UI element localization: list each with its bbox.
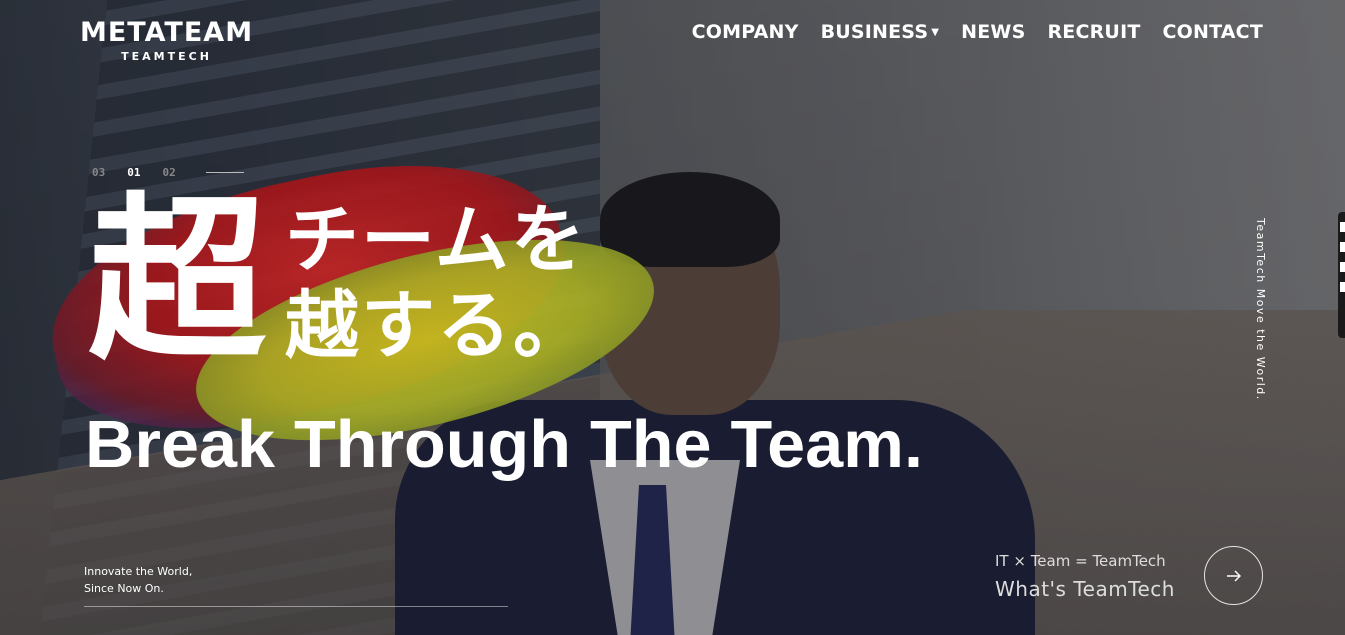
hero-kanji: 超 — [88, 177, 266, 384]
tagline-divider — [84, 606, 508, 607]
side-tab-mark — [1340, 262, 1345, 272]
slide-progress-line — [205, 172, 244, 173]
side-tab[interactable] — [1338, 212, 1345, 338]
site-logo[interactable]: METATEAM TEAMTECH — [80, 17, 254, 64]
tagline-line-2: Since Now On. — [84, 582, 164, 595]
main-nav: COMPANY BUSINESS ▼ NEWS RECRUIT CONTACT — [692, 21, 1263, 43]
nav-business-label: BUSINESS — [820, 21, 929, 43]
nav-company[interactable]: COMPANY — [692, 21, 799, 43]
nav-news[interactable]: NEWS — [961, 21, 1025, 43]
hero-english-title: Break Through The Team. — [85, 407, 923, 482]
side-tab-mark — [1340, 242, 1345, 252]
whats-teamtech-link[interactable]: What's TeamTech — [995, 577, 1175, 601]
vertical-tagline: TeamTech Move the World. — [1254, 218, 1267, 401]
arrow-right-icon — [1226, 570, 1241, 581]
hero-section: METATEAM TEAMTECH COMPANY BUSINESS ▼ NEW… — [0, 0, 1345, 635]
teamtech-equation: IT × Team = TeamTech — [995, 552, 1166, 570]
whats-teamtech-button[interactable] — [1204, 546, 1263, 605]
nav-business[interactable]: BUSINESS ▼ — [821, 21, 940, 43]
nav-contact[interactable]: CONTACT — [1163, 21, 1264, 43]
logo-sub-text: TEAMTECH — [121, 50, 212, 63]
tagline-line-1: Innovate the World, — [84, 565, 193, 578]
caret-down-icon: ▼ — [931, 26, 940, 38]
hero-jp-line-2: 越する。 — [285, 283, 589, 369]
nav-recruit[interactable]: RECRUIT — [1047, 21, 1140, 43]
hero-jp-line-1: チームを — [285, 197, 587, 283]
side-tab-mark — [1340, 222, 1345, 232]
tagline: Innovate the World, Since Now On. — [84, 563, 192, 597]
logo-main-text: METATEAM — [80, 17, 254, 48]
side-tab-mark — [1340, 282, 1345, 292]
